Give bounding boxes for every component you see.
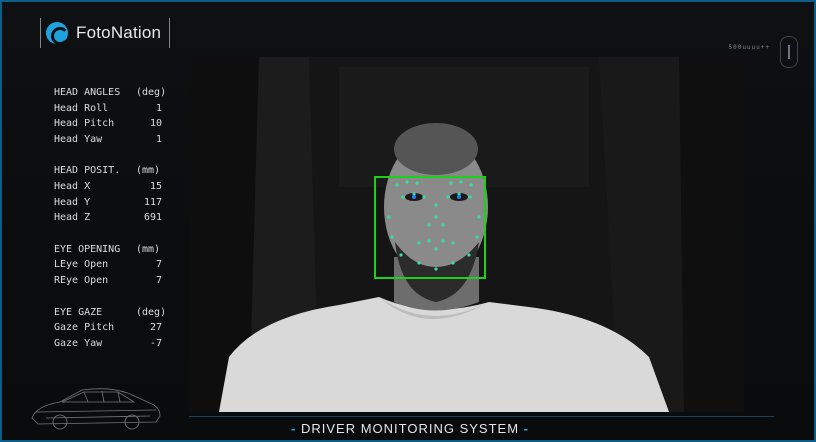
section-header: HEAD ANGLES (deg) <box>54 87 167 98</box>
section-header: HEAD POSIT. (mm) <box>54 165 161 177</box>
stat-row: Head X 15 <box>54 180 162 192</box>
app-window: FotoNation 500uuuu++ HEAD ANGLES (deg) He… <box>0 0 816 442</box>
stats-panel: HEAD ANGLES (deg) Head Roll 1 Head Pitch 10… <box>54 85 166 367</box>
bottom-divider <box>189 416 774 417</box>
camera-feed <box>189 57 744 412</box>
fotonation-logo-icon <box>46 22 69 45</box>
stat-row: Head Yaw 1 <box>54 133 162 145</box>
camera-scene <box>189 57 744 412</box>
stat-row: Gaze Pitch 27 <box>54 322 162 334</box>
stat-row: REye Open 7 <box>54 274 162 286</box>
hud-corner-text: 500uuuu++ <box>728 44 770 51</box>
stat-row: Gaze Yaw -7 <box>54 337 162 349</box>
stat-row: LEye Open 7 <box>54 259 162 271</box>
eye-gaze-section: EYE GAZE (deg) Gaze Pitch 27 Gaze Yaw -7 <box>54 305 166 352</box>
brand-logo: FotoNation <box>46 22 162 45</box>
stat-row: Head Pitch 10 <box>54 118 162 130</box>
brand-name: FotoNation <box>76 23 162 42</box>
head-angles-section: HEAD ANGLES (deg) Head Roll 1 Head Pitch 10… <box>54 85 166 147</box>
dial-icon <box>780 36 798 68</box>
stat-row: Head Y 117 <box>54 196 162 208</box>
stat-row: Head Roll 1 <box>54 102 162 114</box>
system-title: - DRIVER MONITORING SYSTEM - <box>291 421 529 436</box>
section-header: EYE OPENING (mm) <box>54 243 161 255</box>
section-header: EYE GAZE (deg) <box>54 306 167 318</box>
eye-opening-section: EYE OPENING (mm) LEye Open 7 REye Open 7 <box>54 242 166 289</box>
head-position-section: HEAD POSIT. (mm) Head X 15 Head Y 117 Head … <box>54 163 166 225</box>
system-title-text: DRIVER MONITORING SYSTEM <box>300 421 520 436</box>
stat-row: Head Z 691 <box>54 212 162 224</box>
